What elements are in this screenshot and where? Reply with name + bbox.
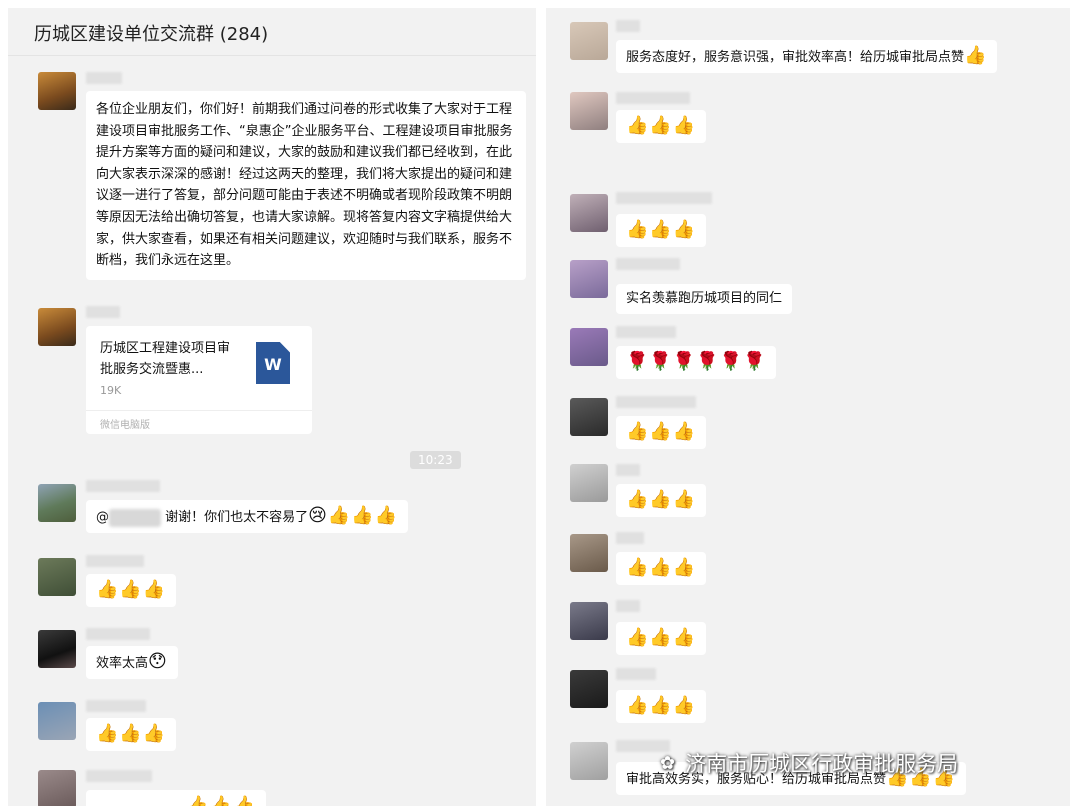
avatar[interactable] xyxy=(570,534,608,572)
thumbs-up-icon: 👍👍👍 xyxy=(626,489,697,510)
sender-name xyxy=(616,326,676,338)
avatar[interactable] xyxy=(570,398,608,436)
rose-icon: 🌹🌹🌹🌹🌹🌹 xyxy=(626,351,767,372)
message-text: 实名羡慕跑历城项目的同仁 xyxy=(626,291,783,306)
message-bubble[interactable]: 👍👍👍 xyxy=(616,690,707,723)
thumbs-up-icon: 👍👍👍 xyxy=(626,627,697,648)
timestamp: 10:23 xyxy=(410,451,461,469)
sender-name xyxy=(86,628,150,640)
avatar[interactable] xyxy=(38,558,76,596)
reply-text: 谢谢！你们也太不容易了 xyxy=(165,510,309,525)
avatar[interactable] xyxy=(570,22,608,60)
watermark-text: 济南市历城区行政审批服务局 xyxy=(685,752,959,776)
file-attachment[interactable]: 历城区工程建设项目审批服务交流暨惠... 19K W 微信电脑版 xyxy=(86,326,312,434)
sender-name xyxy=(86,480,160,492)
sender-name xyxy=(86,555,144,567)
thumbs-up-icon: 👍👍👍 xyxy=(186,795,257,806)
wechat-icon: ✿ xyxy=(660,752,676,774)
thumbs-up-icon: 👍👍👍 xyxy=(96,723,167,744)
sender-name xyxy=(86,770,152,782)
surprised-emoji-icon: 😯 xyxy=(148,651,168,672)
message-bubble[interactable]: 👍👍👍 xyxy=(616,484,707,517)
chat-panel-right: 服务态度好，服务意识强，审批效率高！给历城审批局点赞👍 👍👍👍 👍👍👍 实名羡慕… xyxy=(546,8,1070,806)
sender-name xyxy=(616,396,696,408)
message-bubble[interactable]: 👍👍👍 xyxy=(86,574,177,607)
file-name: 历城区工程建设项目审批服务交流暨惠... xyxy=(100,341,231,377)
message-bubble[interactable]: 实名羡慕跑历城项目的同仁 xyxy=(616,284,793,314)
message-bubble[interactable]: 各位企业朋友们，你们好！前期我们通过问卷的形式收集了大家对于工程建设项目审批服务… xyxy=(86,91,526,280)
sender-name xyxy=(616,92,690,104)
message-bubble[interactable]: 👍👍👍 xyxy=(616,110,707,143)
sender-name xyxy=(616,668,656,680)
thumbs-up-icon: 👍👍👍 xyxy=(626,115,697,136)
sender-name xyxy=(86,700,146,712)
avatar[interactable] xyxy=(570,194,608,232)
avatar[interactable] xyxy=(570,742,608,780)
thumbs-up-icon: 👍👍👍 xyxy=(626,695,697,716)
sender-name xyxy=(616,464,640,476)
message-text: 服务态度好，服务意识强，审批效率高！给历城审批局点赞 xyxy=(626,50,965,65)
word-document-icon: W xyxy=(256,342,290,384)
message-bubble[interactable]: 效率太高😯 xyxy=(86,646,178,679)
file-source: 微信电脑版 xyxy=(86,410,312,434)
message-bubble[interactable]: 🌹🌹🌹🌹🌹🌹 xyxy=(616,346,777,379)
avatar[interactable] xyxy=(570,92,608,130)
chat-panel-left: 历城区建设单位交流群 (284) 各位企业朋友们，你们好！前期我们通过问卷的形式… xyxy=(8,8,536,806)
message-bubble[interactable]: 👍👍👍 xyxy=(616,552,707,585)
sender-name xyxy=(86,306,120,318)
mention-symbol: @ xyxy=(96,510,109,525)
chat-title[interactable]: 历城区建设单位交流群 (284) xyxy=(34,24,268,45)
avatar[interactable] xyxy=(38,72,76,110)
mention-name-blurred xyxy=(109,508,161,527)
sender-name xyxy=(616,20,640,32)
sender-name xyxy=(616,192,712,204)
message-text: 效率太高 xyxy=(96,656,149,671)
avatar[interactable] xyxy=(570,260,608,298)
message-bubble[interactable]: 👍👍👍 xyxy=(616,416,707,449)
message-bubble[interactable]: @ 谢谢！你们也太不容易了😢👍👍👍 xyxy=(86,500,409,533)
sender-name xyxy=(616,258,680,270)
sender-name xyxy=(86,72,122,84)
thumbs-up-icon: 👍 xyxy=(964,45,988,66)
thumbs-up-icon: 👍👍👍 xyxy=(626,557,697,578)
emoji-icon: 😢👍👍👍 xyxy=(308,505,399,526)
message-bubble[interactable]: 👍👍👍 xyxy=(86,718,177,751)
file-size: 19K xyxy=(100,384,122,397)
avatar[interactable] xyxy=(38,484,76,522)
announcement-text: 各位企业朋友们，你们好！前期我们通过问卷的形式收集了大家对于工程建设项目审批服务… xyxy=(96,102,513,269)
watermark: ✿ 济南市历城区行政审批服务局 xyxy=(660,748,958,778)
thumbs-up-icon: 👍👍👍 xyxy=(96,579,167,600)
thumbs-up-icon: 👍👍👍 xyxy=(626,421,697,442)
sender-name xyxy=(616,532,644,544)
sender-name xyxy=(616,600,640,612)
chat-header: 历城区建设单位交流群 (284) xyxy=(8,8,536,56)
message-bubble[interactable]: 服务态度好，服务意识强，审批效率高！给历城审批局点赞👍 xyxy=(616,40,998,73)
thumbs-up-icon: 👍👍👍 xyxy=(626,219,697,240)
message-bubble[interactable]: 👍👍👍 xyxy=(616,622,707,655)
avatar[interactable] xyxy=(570,464,608,502)
message-bubble[interactable]: 👍👍👍 xyxy=(86,790,267,806)
avatar[interactable] xyxy=(38,308,76,346)
message-bubble[interactable]: 👍👍👍 xyxy=(616,214,707,247)
avatar[interactable] xyxy=(570,602,608,640)
avatar[interactable] xyxy=(570,328,608,366)
avatar[interactable] xyxy=(570,670,608,708)
avatar[interactable] xyxy=(38,770,76,806)
avatar[interactable] xyxy=(38,630,76,668)
avatar[interactable] xyxy=(38,702,76,740)
